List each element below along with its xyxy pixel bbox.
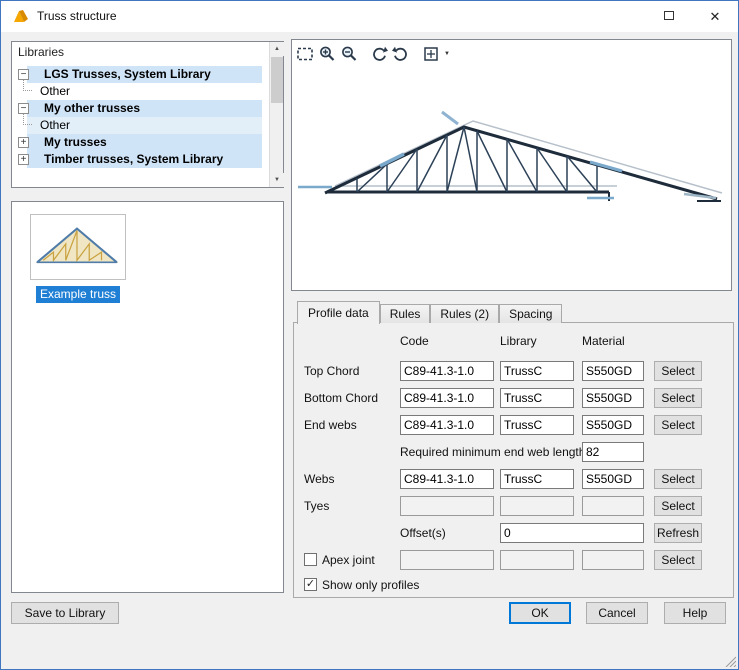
truss-drawing bbox=[292, 40, 731, 290]
bottom-chord-library-input[interactable] bbox=[500, 388, 574, 408]
column-header-library: Library bbox=[500, 334, 537, 348]
window-maximize-button[interactable] bbox=[646, 1, 692, 32]
end-webs-library-input[interactable] bbox=[500, 415, 574, 435]
tree-item-other-1[interactable]: Other bbox=[12, 83, 278, 100]
tab-rules[interactable]: Rules bbox=[380, 304, 431, 323]
help-button[interactable]: Help bbox=[664, 602, 726, 624]
top-chord-label: Top Chord bbox=[304, 364, 359, 378]
window-close-button[interactable]: ✕ bbox=[692, 1, 738, 32]
tree-item-label: My trusses bbox=[44, 134, 107, 151]
zoom-out-icon[interactable] bbox=[338, 43, 360, 65]
end-webs-select-button[interactable]: Select bbox=[654, 415, 702, 435]
top-chord-library-input[interactable] bbox=[500, 361, 574, 381]
refresh-button[interactable]: Refresh bbox=[654, 523, 702, 543]
apex-joint-label: Apex joint bbox=[322, 553, 375, 567]
selected-truss-label[interactable]: Example truss bbox=[36, 286, 120, 303]
apex-select-button[interactable]: Select bbox=[654, 550, 702, 570]
title-bar: Truss structure ✕ bbox=[1, 1, 738, 32]
webs-code-input[interactable] bbox=[400, 469, 494, 489]
maximize-icon bbox=[664, 11, 674, 20]
zoom-in-icon[interactable] bbox=[316, 43, 338, 65]
resize-grip[interactable] bbox=[723, 654, 736, 667]
tyes-label: Tyes bbox=[304, 499, 329, 513]
scroll-up-icon[interactable]: ▲ bbox=[270, 42, 284, 56]
webs-library-input[interactable] bbox=[500, 469, 574, 489]
end-webs-label: End webs bbox=[304, 418, 357, 432]
dropdown-caret-icon[interactable]: ▼ bbox=[444, 51, 450, 57]
webs-material-input[interactable] bbox=[582, 469, 644, 489]
tree-item-my-other-trusses[interactable]: − My other trusses bbox=[12, 100, 278, 117]
truss-thumbnail-image bbox=[31, 215, 125, 279]
truss-thumbnail[interactable] bbox=[30, 214, 126, 280]
tree-connector bbox=[23, 113, 32, 125]
apex-material-input[interactable] bbox=[582, 550, 644, 570]
offset-input[interactable] bbox=[500, 523, 644, 543]
tree-item-label: Other bbox=[40, 83, 70, 100]
tree-item-lgs-trusses[interactable]: − LGS Trusses, System Library bbox=[12, 66, 278, 83]
tree-item-label: My other trusses bbox=[44, 100, 140, 117]
scrollbar-thumb[interactable] bbox=[271, 57, 283, 103]
rotate-left-icon[interactable] bbox=[368, 43, 390, 65]
tab-spacing[interactable]: Spacing bbox=[499, 304, 562, 323]
app-icon bbox=[12, 8, 30, 26]
save-to-library-button[interactable]: Save to Library bbox=[11, 602, 119, 624]
collapse-icon[interactable]: − bbox=[18, 103, 29, 114]
profile-data-pane: Code Library Material Top Chord Select B… bbox=[293, 322, 734, 598]
expand-icon[interactable]: + bbox=[18, 137, 29, 148]
truss-structure-dialog: Truss structure ✕ Libraries − LGS Trusse… bbox=[0, 0, 739, 670]
column-header-code: Code bbox=[400, 334, 429, 348]
bottom-chord-material-input[interactable] bbox=[582, 388, 644, 408]
rotate-right-icon[interactable] bbox=[390, 43, 412, 65]
zoom-window-icon[interactable] bbox=[294, 43, 316, 65]
libraries-header: Libraries bbox=[18, 45, 64, 59]
cancel-button[interactable]: Cancel bbox=[586, 602, 648, 624]
min-end-web-input[interactable] bbox=[582, 442, 644, 462]
expand-icon[interactable]: + bbox=[18, 154, 29, 165]
truss-preview-viewport[interactable]: ▼ bbox=[291, 39, 732, 291]
tree-item-label: LGS Trusses, System Library bbox=[44, 66, 211, 83]
tree-connector bbox=[23, 79, 32, 91]
truss-gallery-panel: Example truss bbox=[11, 201, 284, 593]
offset-label: Offset(s) bbox=[400, 526, 446, 540]
close-icon: ✕ bbox=[710, 9, 721, 24]
tree-item-timber-trusses[interactable]: + Timber trusses, System Library bbox=[12, 151, 278, 168]
bottom-chord-select-button[interactable]: Select bbox=[654, 388, 702, 408]
bottom-chord-label: Bottom Chord bbox=[304, 391, 378, 405]
fit-view-icon[interactable] bbox=[420, 43, 442, 65]
apex-library-input[interactable] bbox=[500, 550, 574, 570]
tyes-select-button[interactable]: Select bbox=[654, 496, 702, 516]
top-chord-code-input[interactable] bbox=[400, 361, 494, 381]
libraries-tree-panel: Libraries − LGS Trusses, System Library … bbox=[11, 41, 284, 188]
show-only-profiles-label: Show only profiles bbox=[322, 578, 419, 592]
viewport-toolbar: ▼ bbox=[294, 42, 450, 66]
scroll-down-icon[interactable]: ▼ bbox=[270, 173, 284, 187]
apex-joint-checkbox[interactable] bbox=[304, 553, 317, 566]
top-chord-material-input[interactable] bbox=[582, 361, 644, 381]
ok-button[interactable]: OK bbox=[509, 602, 571, 624]
end-webs-material-input[interactable] bbox=[582, 415, 644, 435]
window-title: Truss structure bbox=[37, 1, 117, 32]
tab-profile-data[interactable]: Profile data bbox=[297, 301, 380, 324]
webs-label: Webs bbox=[304, 472, 334, 486]
collapse-icon[interactable]: − bbox=[18, 69, 29, 80]
column-header-material: Material bbox=[582, 334, 625, 348]
tab-strip: Profile data Rules Rules (2) Spacing bbox=[297, 300, 562, 323]
tyes-code-input[interactable] bbox=[400, 496, 494, 516]
webs-select-button[interactable]: Select bbox=[654, 469, 702, 489]
tree-item-my-trusses[interactable]: + My trusses bbox=[12, 134, 278, 151]
tree-item-other-2[interactable]: Other bbox=[12, 117, 278, 134]
show-only-profiles-checkbox[interactable]: ✓ bbox=[304, 578, 317, 591]
tree-item-label: Timber trusses, System Library bbox=[44, 151, 223, 168]
apex-code-input[interactable] bbox=[400, 550, 494, 570]
end-webs-code-input[interactable] bbox=[400, 415, 494, 435]
bottom-chord-code-input[interactable] bbox=[400, 388, 494, 408]
top-chord-select-button[interactable]: Select bbox=[654, 361, 702, 381]
tyes-material-input[interactable] bbox=[582, 496, 644, 516]
tab-rules-2[interactable]: Rules (2) bbox=[430, 304, 499, 323]
tree-scrollbar[interactable]: ▲ ▼ bbox=[269, 42, 283, 187]
tyes-library-input[interactable] bbox=[500, 496, 574, 516]
tree-item-label: Other bbox=[40, 117, 70, 134]
min-end-web-label: Required minimum end web length bbox=[400, 445, 585, 459]
